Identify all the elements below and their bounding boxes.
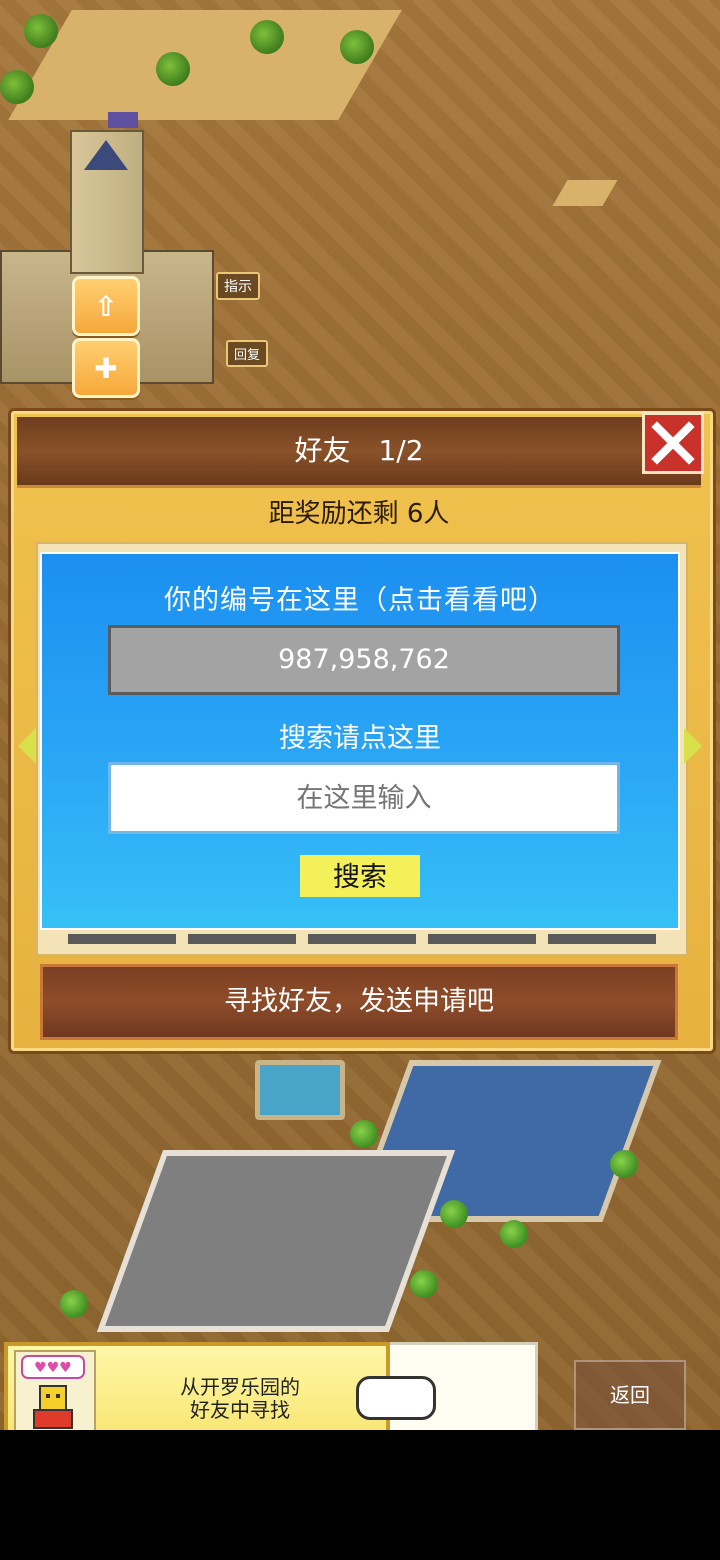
card-strip xyxy=(548,934,656,944)
upgrade-icon[interactable]: ⇧ xyxy=(72,276,140,336)
hint-sign-label: 指示 xyxy=(224,279,252,295)
dialog-header: 好友 1/2 xyxy=(17,417,701,488)
next-page-arrow-icon[interactable] xyxy=(684,728,702,764)
bush xyxy=(60,1290,88,1318)
dialog-title: 好友 1/2 xyxy=(294,434,424,467)
prev-page-arrow-icon[interactable] xyxy=(18,728,36,764)
add-staff-icon[interactable]: ✚ xyxy=(72,338,140,398)
letterbox-bottom xyxy=(0,1430,720,1560)
search-button[interactable]: 搜索 xyxy=(300,855,420,897)
tower-roof xyxy=(84,140,128,170)
hot-spring-pool xyxy=(255,1060,345,1120)
find-friends-button[interactable]: 寻找好友，发送申请吧 xyxy=(40,964,678,1040)
palm-tree xyxy=(0,70,34,104)
kairo-mascot-icon: ♥♥♥ xyxy=(14,1350,96,1438)
palm-tree xyxy=(24,14,58,48)
return-sign-label: 回复 xyxy=(234,348,261,363)
my-id-prompt[interactable]: 你的编号在这里（点击看看吧） xyxy=(40,578,680,617)
search-prompt: 搜索请点这里 xyxy=(279,723,441,754)
close-icon xyxy=(651,421,695,465)
my-id-display[interactable]: 987,958,762 xyxy=(108,625,620,695)
banner-line-2: 好友中寻找 xyxy=(190,1398,290,1422)
palm-tree xyxy=(340,30,374,64)
mascot-icon: ♥♥♥ xyxy=(21,1355,85,1429)
bush xyxy=(500,1220,528,1248)
friend-id-search-input[interactable] xyxy=(108,762,620,834)
card-strip xyxy=(428,934,536,944)
svg-text:♥♥♥: ♥♥♥ xyxy=(34,1360,72,1376)
bush xyxy=(350,1120,378,1148)
bush xyxy=(610,1150,638,1178)
close-button[interactable] xyxy=(642,412,704,474)
workshop-room[interactable] xyxy=(96,1150,456,1332)
return-sign[interactable]: 回复 xyxy=(226,340,269,367)
sand-patch xyxy=(8,10,402,120)
palm-tree xyxy=(156,52,190,86)
palm-tree xyxy=(250,20,284,54)
flag-icon xyxy=(108,112,138,128)
back-button[interactable]: 返回 xyxy=(574,1360,686,1430)
banner-text: 从开罗乐园的 好友中寻找 xyxy=(140,1376,340,1422)
card-strip xyxy=(68,934,176,944)
bush xyxy=(410,1270,438,1298)
sand-patch xyxy=(552,180,618,206)
banner-line-1: 从开罗乐园的 xyxy=(180,1375,300,1399)
card-strip xyxy=(188,934,296,944)
bush xyxy=(440,1200,468,1228)
hint-sign[interactable]: 指示 xyxy=(216,272,260,300)
card-strip xyxy=(308,934,416,944)
reward-remaining-text: 距奖励还剩 6人 xyxy=(268,499,450,529)
pointing-hand-icon xyxy=(356,1376,436,1420)
